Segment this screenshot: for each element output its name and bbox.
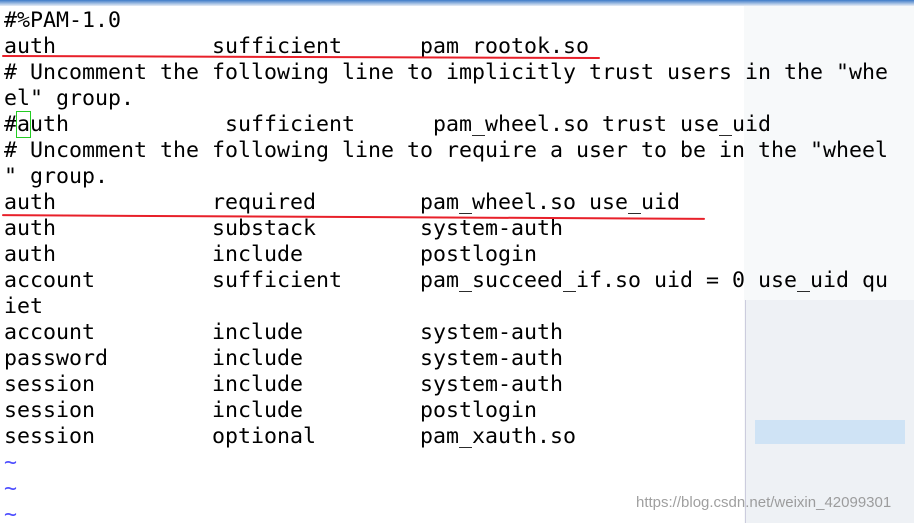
editor-line: #%PAM-1.0 (4, 8, 122, 33)
editor-line: # Uncomment the following line to implic… (4, 60, 889, 85)
editor-line: session optional pam_xauth.so (4, 424, 577, 449)
editor-line: auth substack system-auth (4, 216, 564, 241)
editor-line: el" group. (4, 86, 135, 111)
editor-line: auth include postlogin (4, 242, 538, 267)
editor-line: " group. (4, 164, 109, 189)
editor-line: session include postlogin (4, 398, 538, 423)
editor-line: auth required pam_wheel.so use_uid (4, 190, 681, 215)
editor-line: iet (4, 294, 44, 319)
watermark: https://blog.csdn.net/weixin_42099301 (636, 494, 892, 511)
editor-line: account include system-auth (4, 320, 564, 345)
editor-line: account sufficient pam_succeed_if.so uid… (4, 268, 889, 293)
line-rest: uth sufficient pam_wheel.so trust use_ui… (30, 112, 772, 137)
empty-line-marker: ~ (4, 450, 18, 475)
editor-line: session include system-auth (4, 372, 564, 397)
line-prefix: # (4, 112, 18, 137)
editor-line: # Uncomment the following line to requir… (4, 138, 889, 163)
vim-editor[interactable]: #%PAM-1.0 auth sufficient pam_rootok.so … (4, 8, 888, 528)
editor-line-cursor: #auth sufficient pam_wheel.so trust use_… (4, 111, 888, 138)
editor-line: password include system-auth (4, 346, 564, 371)
text-cursor: a (16, 111, 32, 138)
